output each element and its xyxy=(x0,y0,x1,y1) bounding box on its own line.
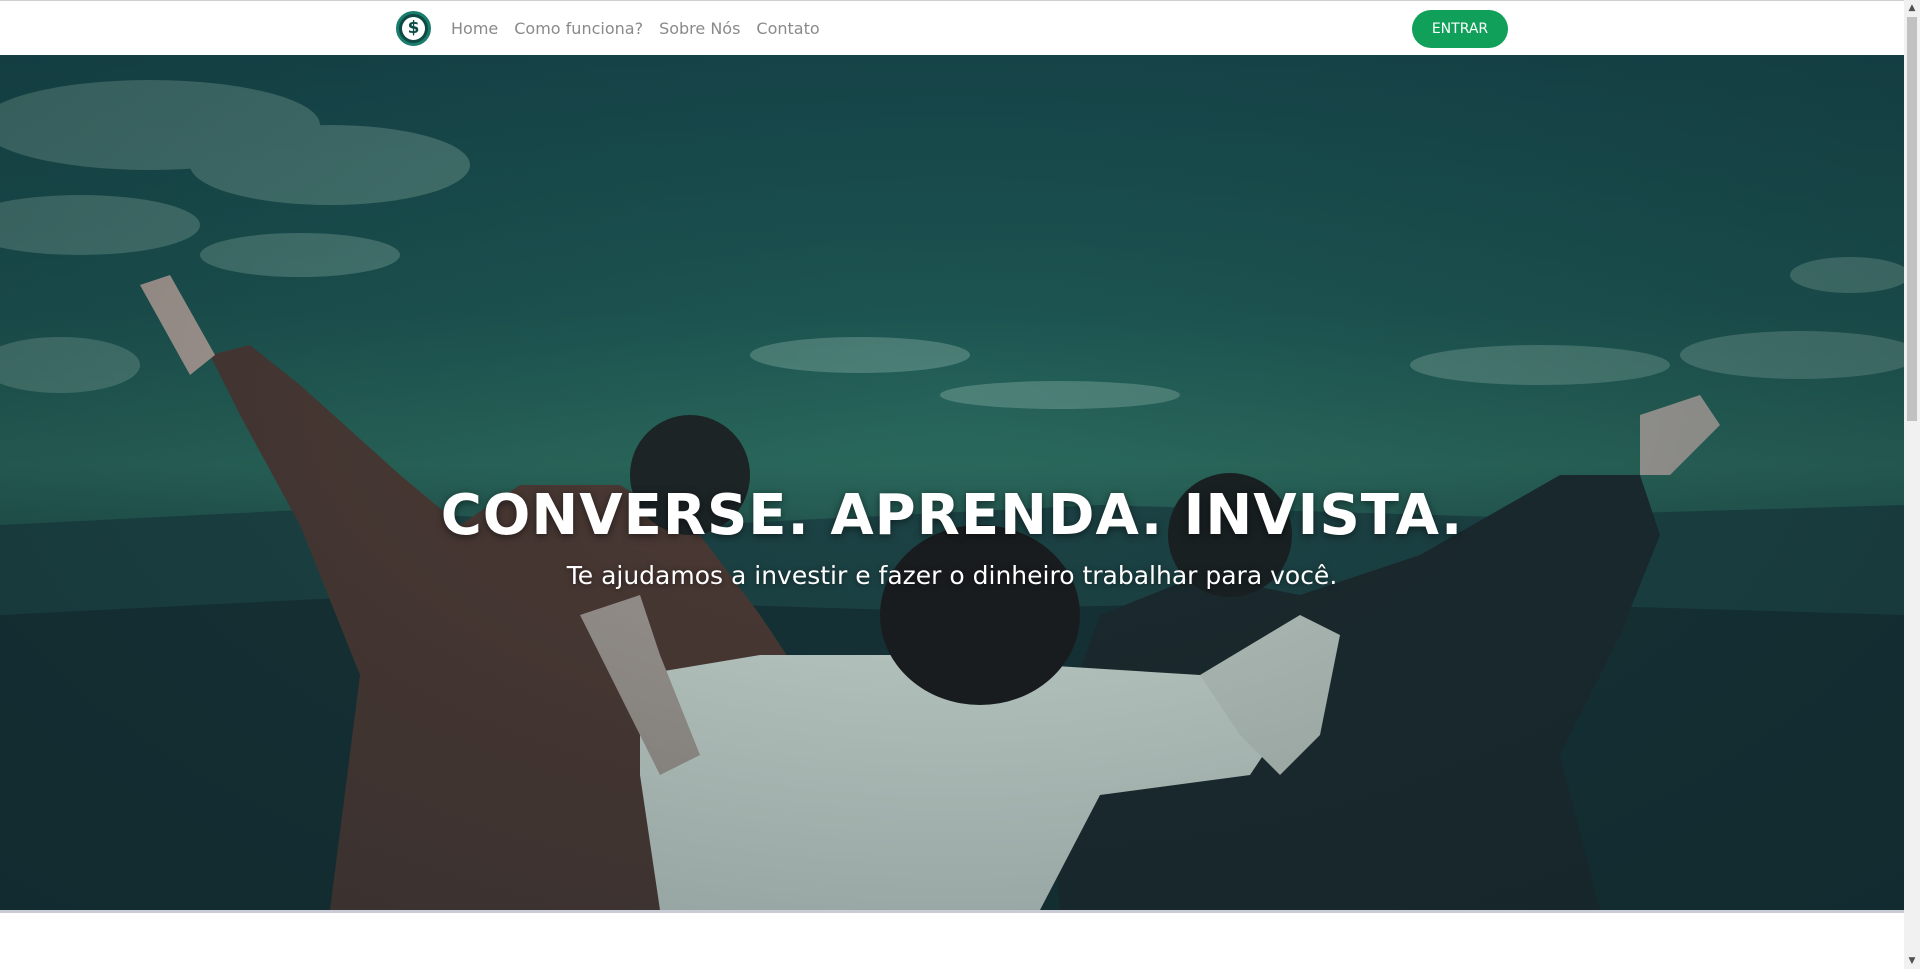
nav-link-home[interactable]: Home xyxy=(451,19,498,38)
login-button[interactable]: ENTRAR xyxy=(1412,10,1508,48)
nav-link-sobre-nos[interactable]: Sobre Nós xyxy=(659,19,740,38)
page: $ Home Como funciona? Sobre Nós Contato … xyxy=(0,0,1920,969)
scrollbar[interactable]: ▲ ▼ xyxy=(1904,0,1920,969)
hero-section: CONVERSE. APRENDA. INVISTA. Te ajudamos … xyxy=(0,55,1904,910)
nav-link-como-funciona[interactable]: Como funciona? xyxy=(514,19,643,38)
dollar-icon: $ xyxy=(402,17,425,40)
scrollbar-thumb[interactable] xyxy=(1907,17,1917,421)
navbar: $ Home Como funciona? Sobre Nós Contato … xyxy=(0,0,1904,55)
hero-divider xyxy=(0,910,1904,913)
hero-subtitle: Te ajudamos a investir e fazer o dinheir… xyxy=(566,561,1338,590)
nav-link-contato[interactable]: Contato xyxy=(756,19,819,38)
navbar-inner: $ Home Como funciona? Sobre Nós Contato … xyxy=(396,1,1508,56)
logo-dollar-icon[interactable]: $ xyxy=(396,11,431,46)
scroll-down-arrow-icon[interactable]: ▼ xyxy=(1904,953,1920,969)
scroll-up-arrow-icon[interactable]: ▲ xyxy=(1904,0,1920,16)
hero-title: CONVERSE. APRENDA. INVISTA. xyxy=(440,483,1464,548)
